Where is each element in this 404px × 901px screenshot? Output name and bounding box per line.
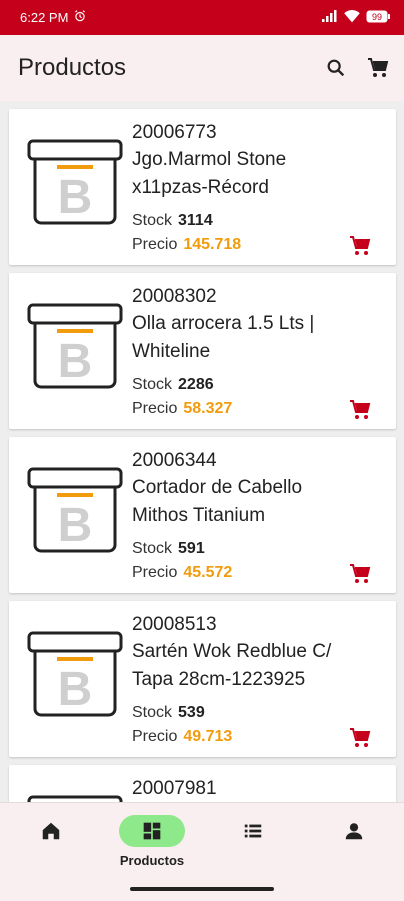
nav-pill [321, 815, 387, 847]
list-icon [244, 824, 262, 838]
product-name-line1: Cortador de Cabello [132, 477, 303, 498]
product-card[interactable]: B 20007981 [9, 765, 396, 802]
person-icon [345, 823, 363, 840]
stock-row: Stock 3114 [132, 209, 213, 233]
stock-label: Stock [132, 704, 173, 721]
svg-text:B: B [58, 171, 93, 224]
status-time: 6:22 PM [20, 10, 69, 25]
price-value: 49.713 [183, 728, 233, 745]
product-code: 20006344 [132, 450, 217, 471]
add-to-cart-button[interactable] [348, 562, 372, 586]
cart-icon [350, 400, 371, 419]
product-card[interactable]: B 20006344 Cortador de Cabello Mithos Ti… [9, 437, 396, 593]
product-name-line1: Sartén Wok Redblue C/ [132, 641, 332, 662]
add-to-cart-button[interactable] [348, 398, 372, 422]
battery-icon: 99 [366, 10, 390, 26]
product-placeholder-icon: B [27, 795, 123, 802]
page-title: Productos [18, 54, 127, 81]
cart-icon [350, 728, 371, 747]
app-bar: Productos [0, 35, 404, 101]
price-row: Precio 145.718 [132, 233, 241, 257]
stock-value: 2286 [178, 376, 214, 393]
product-name-line2: Whiteline [132, 341, 211, 362]
price-row: Precio 49.713 [132, 725, 232, 749]
product-placeholder-icon: B [27, 303, 123, 389]
product-name-line1: Olla arrocera 1.5 Lts | [132, 313, 315, 334]
product-list[interactable]: B 20006773 Jgo.Marmol Stone x11pzas-Réco… [0, 101, 404, 802]
alarm-icon [73, 9, 87, 26]
stock-value: 591 [178, 540, 205, 557]
add-to-cart-button[interactable] [348, 234, 372, 258]
product-info: 20007981 [132, 777, 380, 801]
stock-label: Stock [132, 376, 173, 393]
product-card[interactable]: B 20006773 Jgo.Marmol Stone x11pzas-Réco… [9, 109, 396, 265]
cart-icon [350, 564, 371, 583]
signal-icon [322, 10, 338, 25]
status-bar: 6:22 PM 99 [0, 0, 404, 35]
nav-item-home[interactable] [11, 815, 91, 875]
grid-icon [143, 822, 161, 840]
price-label: Precio [132, 400, 178, 417]
product-name-line2: Mithos Titanium [132, 505, 266, 526]
status-left: 6:22 PM [20, 9, 87, 26]
stock-value: 3114 [178, 212, 213, 229]
cart-icon [368, 58, 389, 77]
price-label: Precio [132, 564, 178, 581]
stock-row: Stock 539 [132, 701, 205, 725]
product-card[interactable]: B 20008513 Sartén Wok Redblue C/ Tapa 28… [9, 601, 396, 757]
price-value: 58.327 [183, 400, 233, 417]
product-info: 20006773 Jgo.Marmol Stone x11pzas-Récord… [132, 121, 380, 253]
search-icon [327, 59, 345, 77]
svg-text:B: B [58, 499, 93, 552]
product-name-line1: Jgo.Marmol Stone [132, 149, 287, 170]
product-code: 20008302 [132, 286, 217, 307]
nav-item-productos[interactable]: Productos [112, 815, 192, 875]
stock-label: Stock [132, 540, 173, 557]
product-placeholder-icon: B [27, 139, 123, 225]
price-value: 145.718 [183, 236, 242, 253]
product-code: 20006773 [132, 122, 217, 143]
home-indicator [130, 887, 274, 891]
stock-value: 539 [178, 704, 205, 721]
price-label: Precio [132, 728, 178, 745]
price-value: 45.572 [183, 564, 233, 581]
price-label: Precio [132, 236, 178, 253]
svg-text:B: B [58, 335, 93, 388]
nav-item-list[interactable] [213, 815, 293, 875]
nav-pill [220, 815, 286, 847]
price-row: Precio 58.327 [132, 397, 232, 421]
search-button[interactable] [324, 56, 348, 80]
product-name-line2: Tapa 28cm-1223925 [132, 669, 306, 690]
app-actions [324, 56, 404, 80]
stock-row: Stock 591 [132, 537, 205, 561]
cart-button[interactable] [366, 56, 390, 80]
product-placeholder-icon: B [27, 467, 123, 553]
home-icon [42, 822, 60, 840]
nav-label-productos: Productos [119, 853, 185, 868]
product-name-line2: x11pzas-Récord [132, 177, 269, 198]
stock-row: Stock 2286 [132, 373, 214, 397]
cart-icon [350, 236, 371, 255]
battery-level: 99 [372, 12, 382, 22]
nav-item-profile[interactable] [314, 815, 394, 875]
product-placeholder-icon: B [27, 631, 123, 717]
price-row: Precio 45.572 [132, 561, 232, 585]
product-info: 20008302 Olla arrocera 1.5 Lts | Whiteli… [132, 285, 380, 417]
product-card[interactable]: B 20008302 Olla arrocera 1.5 Lts | White… [9, 273, 396, 429]
wifi-icon [344, 9, 360, 26]
add-to-cart-button[interactable] [348, 726, 372, 750]
status-right: 99 [322, 9, 390, 26]
stock-label: Stock [132, 212, 173, 229]
product-code: 20007981 [132, 778, 217, 799]
nav-pill [18, 815, 84, 847]
product-code: 20008513 [132, 614, 217, 635]
nav-pill-active [119, 815, 185, 847]
product-info: 20008513 Sartén Wok Redblue C/ Tapa 28cm… [132, 613, 380, 745]
product-info: 20006344 Cortador de Cabello Mithos Tita… [132, 449, 380, 581]
svg-text:B: B [58, 663, 93, 716]
